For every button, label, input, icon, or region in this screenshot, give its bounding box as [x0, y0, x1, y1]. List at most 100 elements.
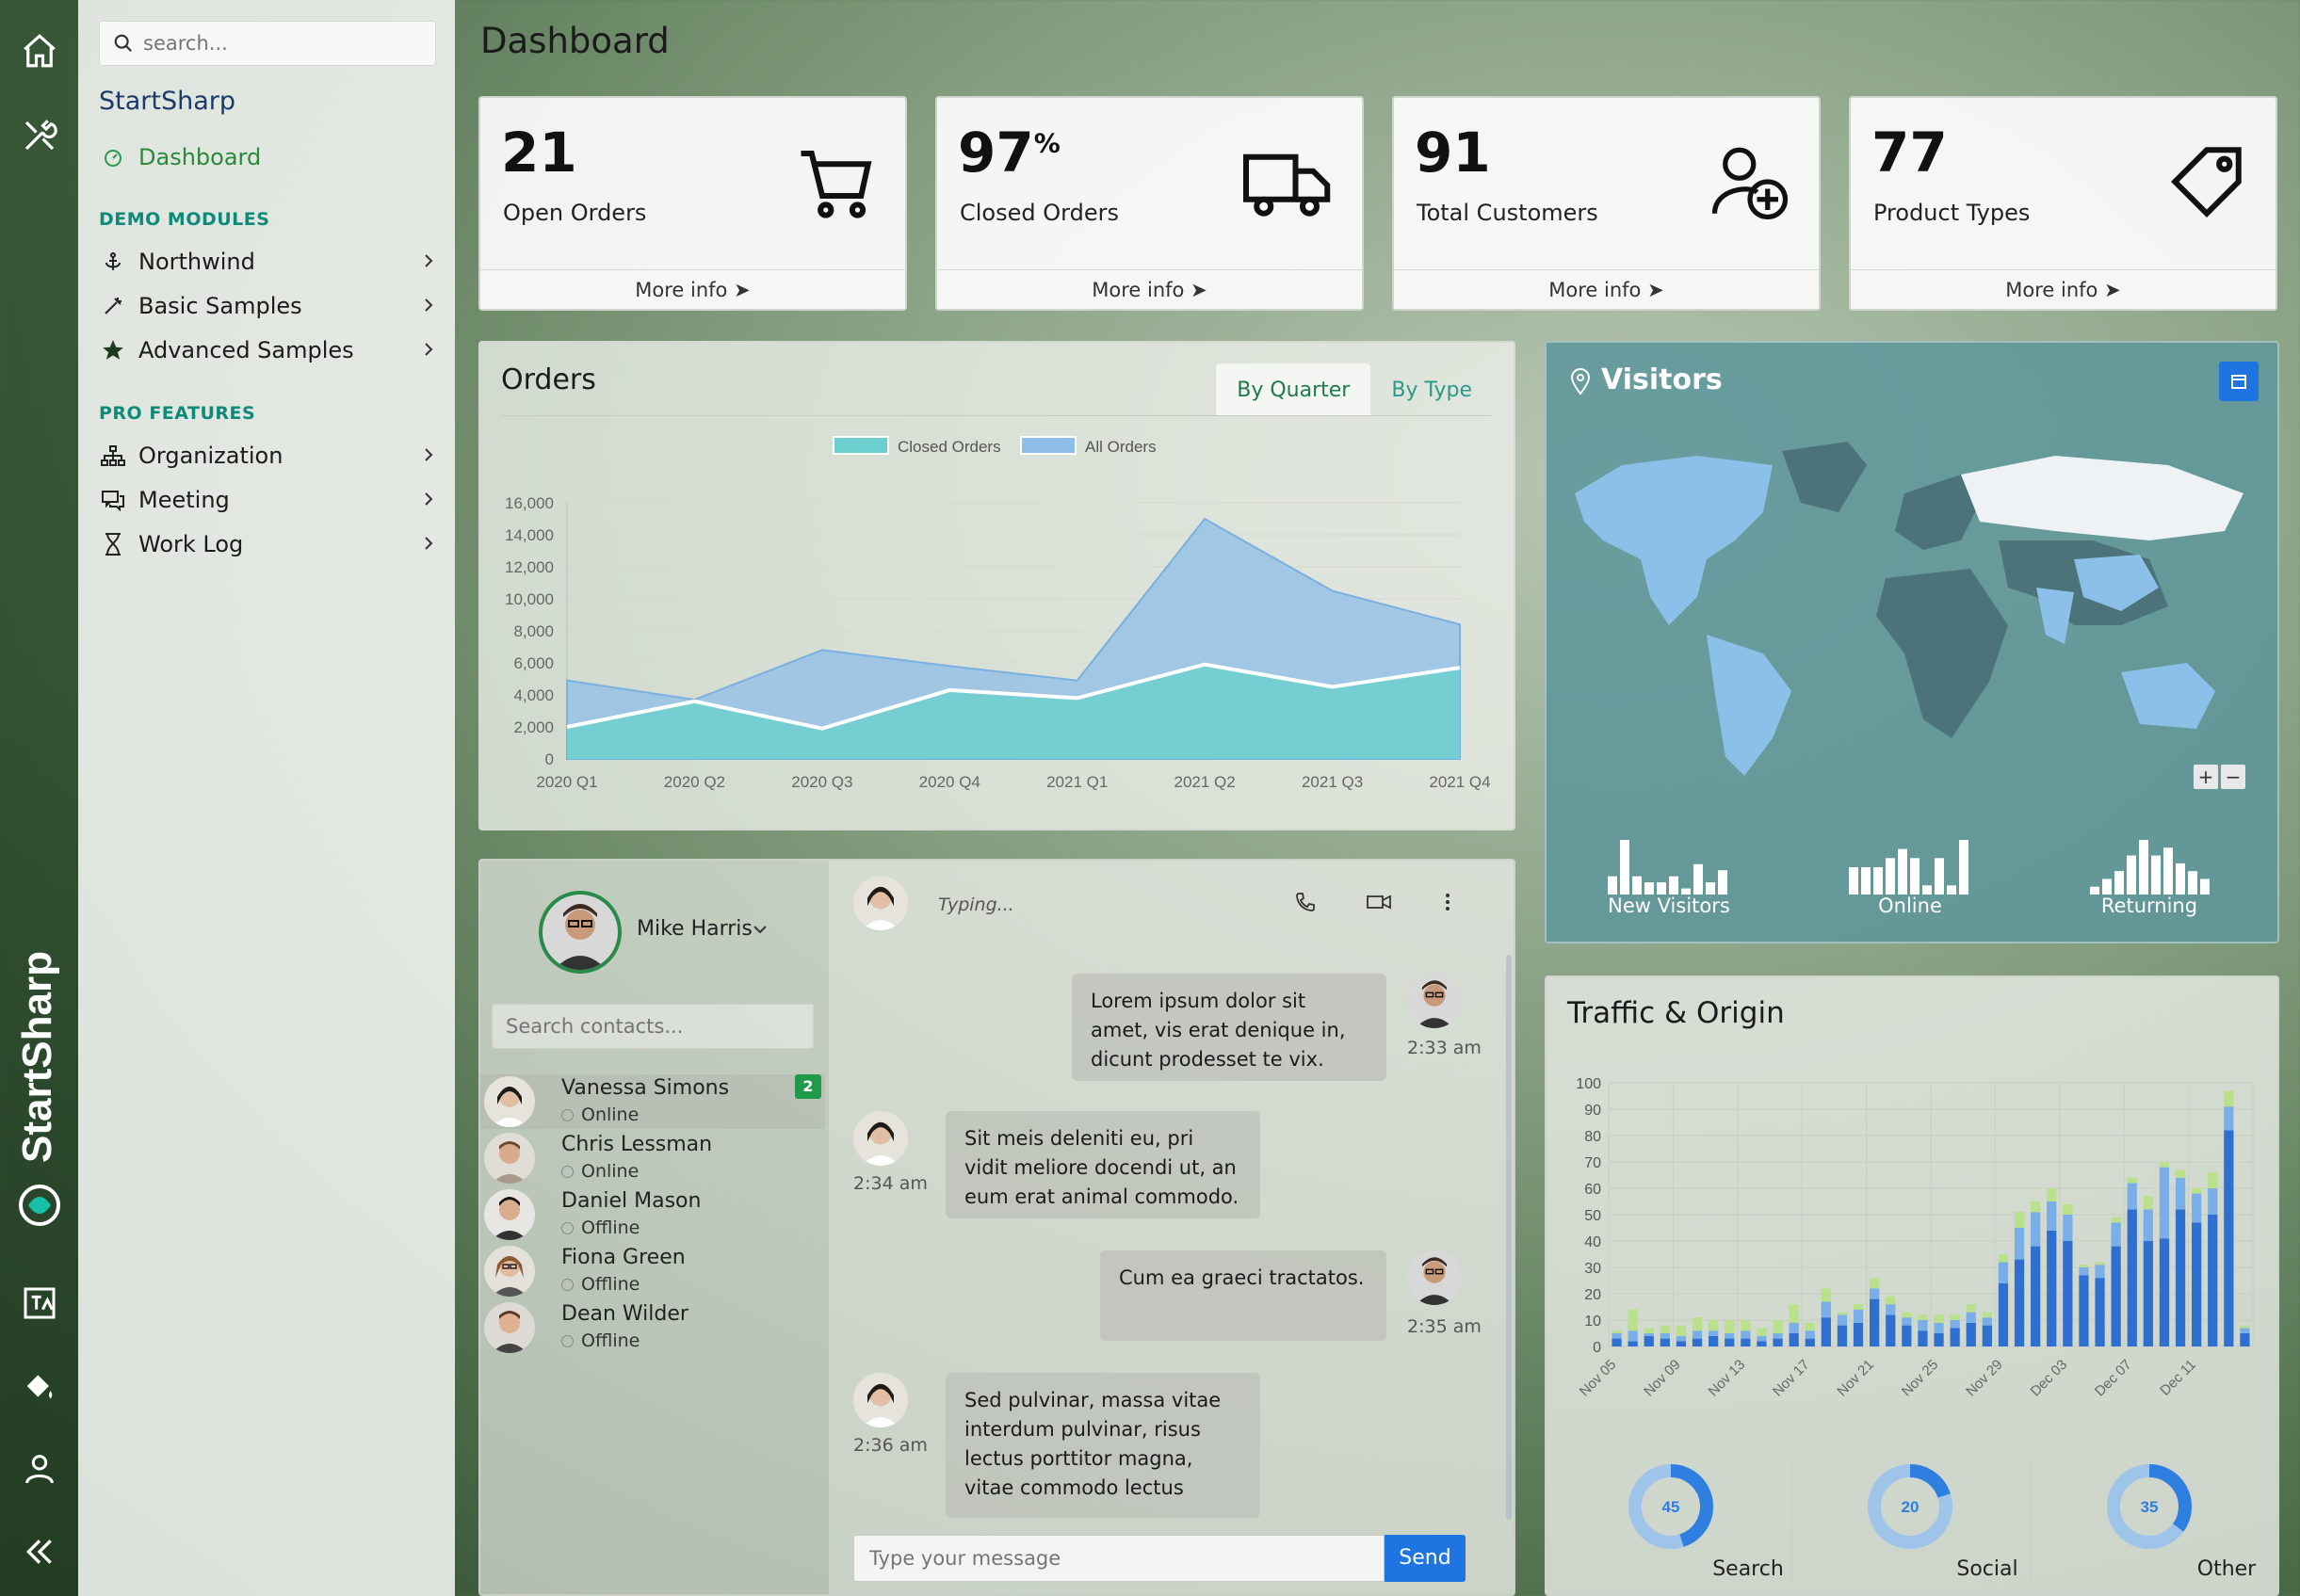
- map-greenland[interactable]: [1782, 442, 1867, 512]
- bar-segment: [2014, 1212, 2025, 1228]
- sidebar-item-organization[interactable]: Organization: [99, 436, 438, 476]
- y-tick-label: 10: [1584, 1314, 1601, 1330]
- map-india[interactable]: [2036, 588, 2074, 644]
- donut-value: 35: [2141, 1498, 2159, 1516]
- tab-by-quarter[interactable]: By Quarter: [1216, 363, 1371, 416]
- more-vertical-icon[interactable]: [1443, 891, 1452, 917]
- sparkline-bar: [1886, 858, 1895, 895]
- list-item[interactable]: Fiona Green Offline: [480, 1244, 825, 1298]
- chat-scrollbar[interactable]: [1506, 955, 1512, 1520]
- message-time: 2:33 am: [1407, 1038, 1482, 1058]
- stat-label: Product Types: [1873, 200, 2031, 226]
- send-button[interactable]: Send: [1385, 1535, 1466, 1582]
- bar-segment: [1966, 1322, 1976, 1346]
- phone-icon[interactable]: [1294, 891, 1317, 917]
- bar-segment: [1886, 1304, 1896, 1315]
- map-africa[interactable]: [1876, 569, 2008, 738]
- bar-segment: [1757, 1341, 1767, 1346]
- zoom-out-button[interactable]: −: [2221, 765, 2245, 789]
- x-tick-label: Nov 05: [1577, 1357, 1620, 1400]
- video-icon[interactable]: [1366, 891, 1392, 917]
- y-tick-label: 16,000: [505, 494, 554, 512]
- bar-segment: [1902, 1325, 1912, 1346]
- more-info-link[interactable]: More info ➤: [480, 269, 905, 309]
- list-item[interactable]: Daniel Mason Offline: [480, 1187, 825, 1242]
- sidebar-item-label: Advanced Samples: [138, 337, 354, 363]
- paint-bucket-icon[interactable]: [15, 1362, 64, 1411]
- bar-segment: [1870, 1278, 1880, 1289]
- chevron-down-icon[interactable]: [750, 919, 770, 943]
- visitors-panel: Visitors + − New Visitors Online Returni…: [1545, 341, 2279, 943]
- sidebar-search[interactable]: [99, 21, 436, 66]
- bar-segment: [2143, 1209, 2153, 1241]
- list-item[interactable]: Chris Lessman Online: [480, 1131, 825, 1185]
- current-user-name[interactable]: Mike Harris: [637, 917, 753, 941]
- bar-segment: [2079, 1275, 2089, 1346]
- bar-segment: [1789, 1333, 1799, 1346]
- sidebar-brand[interactable]: StartSharp: [99, 87, 235, 116]
- map-north-america[interactable]: [1575, 456, 1773, 625]
- sparkline-bar: [2176, 862, 2185, 895]
- chevron-right-icon: [419, 294, 438, 322]
- conversation-header: Typing...: [829, 861, 1514, 947]
- sidebar-item-work-log[interactable]: Work Log: [99, 524, 438, 564]
- bar-segment: [1709, 1320, 1719, 1331]
- bar-segment: [1805, 1330, 1815, 1339]
- map-russia[interactable]: [1961, 456, 2243, 540]
- tools-icon[interactable]: [15, 111, 64, 160]
- map-australia[interactable]: [2121, 663, 2215, 729]
- translate-icon[interactable]: [15, 1279, 64, 1328]
- contacts-column: Mike Harris Vanessa Simons Online 2 Chri…: [480, 861, 829, 1594]
- stat-card-open-orders: 21 Open Orders More info ➤: [478, 96, 907, 311]
- sidebar-item-northwind[interactable]: Northwind: [99, 242, 438, 282]
- sparkline-bar: [1849, 867, 1858, 895]
- sidebar-item-basic-samples[interactable]: Basic Samples: [99, 286, 438, 326]
- bar-segment: [1837, 1314, 1848, 1326]
- bar-segment: [1741, 1320, 1751, 1331]
- sidebar-search-input[interactable]: [143, 32, 426, 55]
- x-tick-label: Nov 29: [1963, 1357, 2006, 1400]
- bar-segment: [2127, 1183, 2137, 1210]
- bar-segment: [1966, 1304, 1976, 1313]
- bar-segment: [1676, 1335, 1687, 1342]
- user-icon[interactable]: [15, 1444, 64, 1493]
- current-user-avatar[interactable]: [539, 891, 622, 974]
- contact-name: Vanessa Simons: [561, 1076, 730, 1100]
- y-tick-label: 70: [1584, 1155, 1601, 1171]
- contact-status: Offline: [561, 1274, 640, 1295]
- bar-segment: [1950, 1320, 1960, 1329]
- sidebar-item-dashboard[interactable]: Dashboard: [99, 137, 438, 177]
- tab-by-type[interactable]: By Type: [1370, 363, 1493, 416]
- y-tick-label: 12,000: [505, 558, 554, 576]
- contact-search-input[interactable]: [492, 1004, 814, 1049]
- sidebar-item-advanced-samples[interactable]: Advanced Samples: [99, 330, 438, 370]
- more-info-link[interactable]: More info ➤: [937, 269, 1362, 309]
- contact-status: Online: [561, 1161, 639, 1182]
- sparkline-bar: [2151, 855, 2161, 895]
- list-item[interactable]: Dean Wilder Offline: [480, 1300, 825, 1355]
- stat-label: Open Orders: [503, 200, 647, 226]
- chat-panel: Mike Harris Vanessa Simons Online 2 Chri…: [478, 859, 1515, 1596]
- bar-segment: [2208, 1215, 2218, 1346]
- home-icon[interactable]: [15, 26, 64, 75]
- search-icon: [114, 34, 133, 53]
- world-map[interactable]: [1565, 437, 2262, 776]
- donut-label-other: Other: [2196, 1557, 2257, 1581]
- calendar-button[interactable]: [2219, 362, 2259, 401]
- sparkline-bar: [1632, 876, 1642, 895]
- zoom-in-button[interactable]: +: [2194, 765, 2218, 789]
- more-info-link[interactable]: More info ➤: [1394, 269, 1819, 309]
- sidebar-item-meeting[interactable]: Meeting: [99, 480, 438, 520]
- donut-label-social: Social: [1956, 1557, 2018, 1581]
- unread-badge: 2: [795, 1074, 821, 1099]
- spark-label-new-visitors: New Visitors: [1608, 895, 1730, 917]
- map-pin-icon: [1569, 367, 1592, 399]
- more-info-link[interactable]: More info ➤: [1851, 269, 2276, 309]
- list-item[interactable]: Vanessa Simons Online 2: [480, 1074, 825, 1129]
- collapse-icon[interactable]: [15, 1527, 64, 1576]
- bar-segment: [1837, 1312, 1848, 1315]
- map-south-america[interactable]: [1707, 635, 1791, 776]
- contact-list: Vanessa Simons Online 2 Chris Lessman On…: [480, 1074, 829, 1366]
- message-input[interactable]: [853, 1535, 1385, 1582]
- x-tick-label: Dec 03: [2028, 1357, 2071, 1400]
